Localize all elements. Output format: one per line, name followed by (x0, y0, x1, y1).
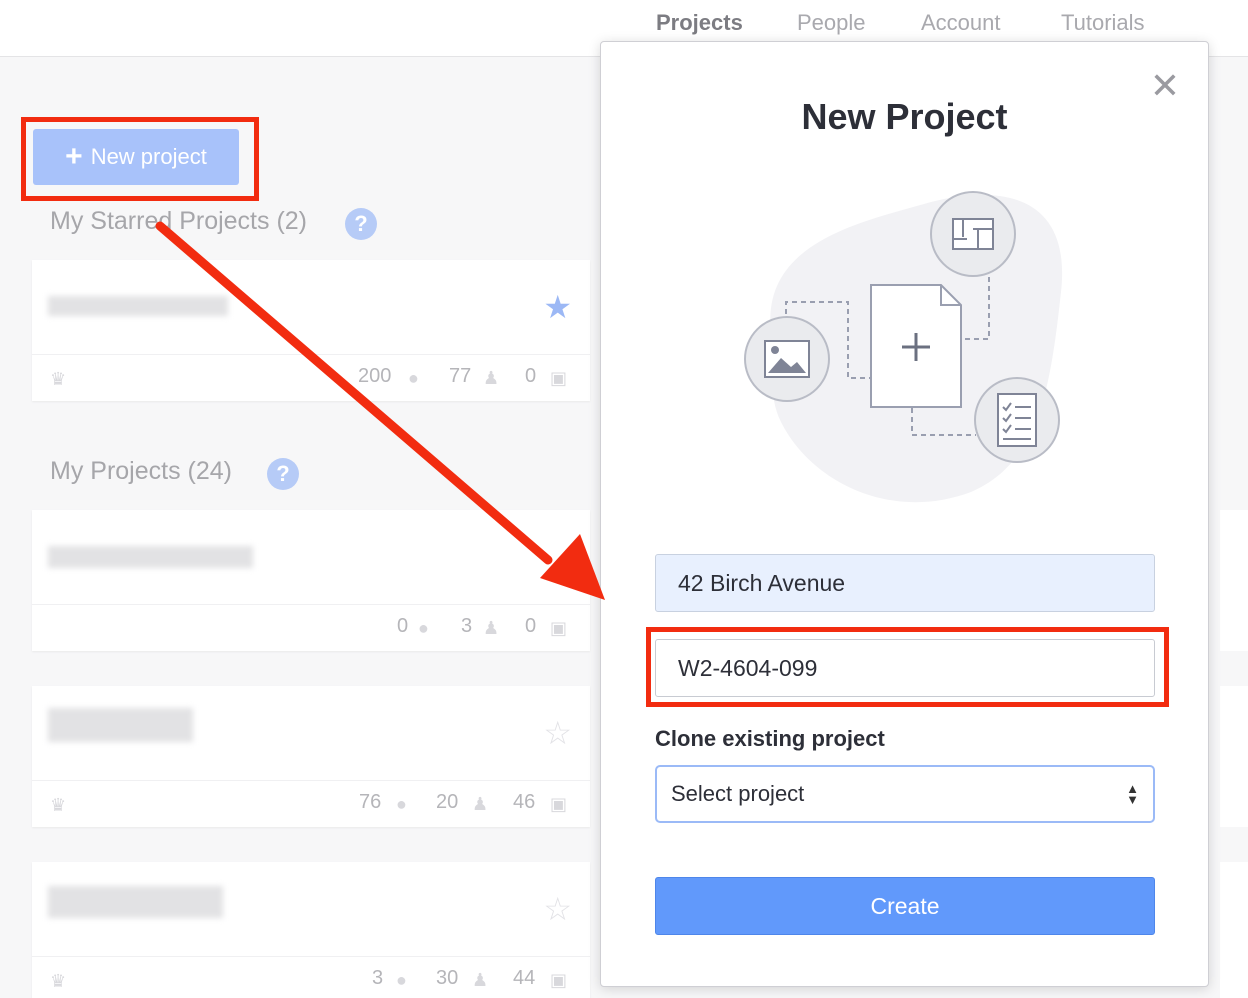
annotation-arrow (155, 221, 605, 600)
